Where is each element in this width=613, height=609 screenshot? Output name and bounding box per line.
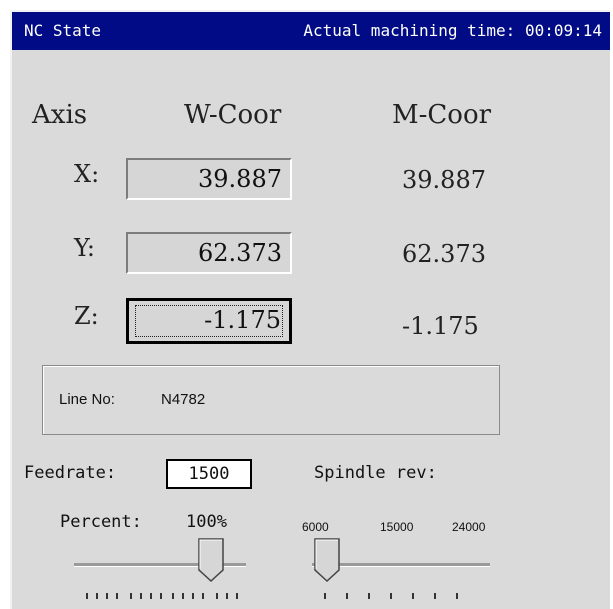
feedrate-field[interactable]: 1500	[166, 459, 252, 489]
slider-tick	[456, 593, 458, 599]
line-number-box: Line No: N4782	[42, 365, 500, 435]
wcoor-field-x[interactable]: 39.887	[126, 158, 292, 200]
slider-tick	[346, 593, 348, 599]
mcoor-value-x: 39.887	[402, 166, 486, 194]
title-bar: NC State Actual machining time: 00:09:14	[12, 12, 610, 50]
feedrate-slider-ticks	[86, 593, 246, 601]
slider-tick	[226, 593, 228, 599]
slider-tick	[236, 593, 238, 599]
feedrate-label: Feedrate:	[24, 463, 117, 483]
slider-tick	[192, 593, 194, 599]
axis-label-z: Z:	[74, 302, 99, 330]
mcoor-value-y: 62.373	[402, 240, 486, 268]
slider-tick	[172, 593, 174, 599]
nc-state-panel: NC State Actual machining time: 00:09:14…	[10, 10, 610, 609]
mcoor-header: M-Coor	[392, 100, 492, 130]
slider-tick	[160, 593, 162, 599]
slider-tick	[106, 593, 108, 599]
slider-tick	[412, 593, 414, 599]
machining-time: Actual machining time: 00:09:14	[303, 12, 602, 50]
percent-label: Percent:	[60, 512, 142, 532]
line-number-label: Line No:	[59, 391, 115, 408]
spindle-scale-mid: 15000	[380, 520, 414, 534]
wcoor-header: W-Coor	[184, 100, 282, 130]
slider-tick	[182, 593, 184, 599]
slider-tick	[140, 593, 142, 599]
axis-header: Axis	[32, 100, 88, 130]
spindle-slider-thumb[interactable]	[314, 538, 340, 582]
wcoor-field-y[interactable]: 62.373	[126, 232, 292, 274]
axis-label-x: X:	[74, 160, 100, 188]
slider-tick	[390, 593, 392, 599]
spindle-scale-max: 24000	[452, 520, 486, 534]
focus-rect	[135, 305, 283, 337]
machining-time-label: Actual machining time:	[303, 21, 516, 40]
slider-tick	[96, 593, 98, 599]
slider-tick	[116, 593, 118, 599]
slider-tick	[150, 593, 152, 599]
feedrate-slider-thumb[interactable]	[198, 538, 224, 582]
machining-time-value: 00:09:14	[524, 21, 602, 40]
slider-tick	[434, 593, 436, 599]
percent-value: 100%	[186, 512, 227, 532]
slider-tick	[86, 593, 88, 599]
line-number-value: N4782	[161, 391, 206, 408]
slider-tick	[130, 593, 132, 599]
slider-tick	[368, 593, 370, 599]
slider-tick	[202, 593, 204, 599]
mcoor-value-z: -1.175	[402, 312, 479, 340]
spindle-label: Spindle rev:	[314, 463, 437, 483]
spindle-scale-min: 6000	[302, 520, 329, 534]
spindle-slider-ticks	[324, 593, 484, 601]
slider-tick	[324, 593, 326, 599]
axis-label-y: Y:	[74, 234, 95, 262]
wcoor-field-z[interactable]: -1.175	[126, 298, 292, 344]
panel-title: NC State	[24, 21, 102, 40]
slider-tick	[216, 593, 218, 599]
